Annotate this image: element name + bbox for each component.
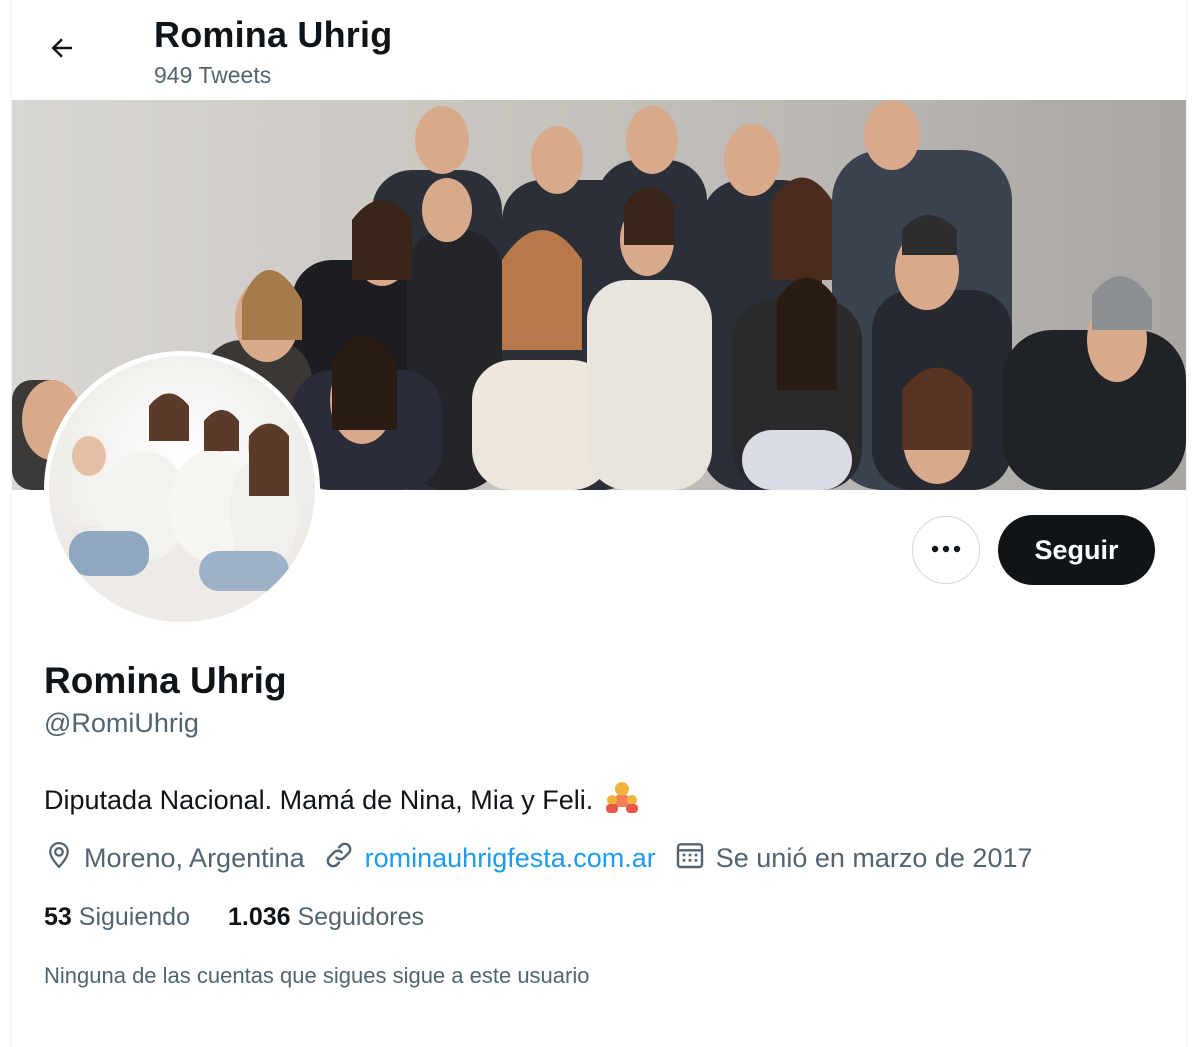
following-count: 53 — [44, 903, 72, 931]
followers-stat[interactable]: 1.036 Seguidores — [228, 903, 424, 932]
display-name: Romina Uhrig — [44, 660, 287, 701]
follow-button[interactable]: Seguir — [998, 515, 1155, 585]
location-item: Moreno, Argentina — [44, 839, 305, 878]
user-bio: Diputada Nacional. Mamá de Nina, Mia y F… — [44, 780, 641, 821]
family-emoji-icon — [603, 780, 641, 821]
arrow-left-icon — [47, 33, 77, 68]
website-link[interactable]: rominauhrigfesta.com.ar — [365, 843, 656, 874]
more-horizontal-icon — [929, 541, 963, 559]
following-stat[interactable]: 53 Siguiendo — [44, 903, 190, 932]
followers-count: 1.036 — [227, 903, 291, 931]
calendar-icon — [674, 839, 716, 878]
tweet-count: 949 Tweets — [154, 62, 272, 88]
bio-text: Diputada Nacional. Mamá de Nina, Mia y F… — [44, 785, 594, 815]
header-title: Romina Uhrig — [154, 14, 393, 55]
follow-stats: 53 Siguiendo 1.036 Seguidores — [44, 903, 462, 932]
joined-item: Se unió en marzo de 2017 — [674, 839, 1033, 878]
link-icon — [323, 839, 365, 878]
avatar-photo — [49, 356, 315, 622]
user-handle: @RomiUhrig — [44, 708, 199, 738]
location-text: Moreno, Argentina — [84, 842, 305, 873]
profile-header: Romina Uhrig 949 Tweets — [0, 0, 1200, 100]
followed-by-note: Ninguna de las cuentas que sigues sigue … — [44, 963, 590, 988]
location-pin-icon — [44, 839, 84, 878]
more-options-button[interactable] — [912, 516, 980, 584]
followers-label: Seguidores — [297, 903, 424, 931]
profile-meta: Moreno, Argentina rominauhrigfesta.com.a… — [44, 838, 1051, 878]
profile-avatar[interactable] — [44, 351, 320, 627]
website-item: rominauhrigfesta.com.ar — [323, 839, 656, 878]
back-button[interactable] — [38, 26, 86, 74]
joined-text: Se unió en marzo de 2017 — [715, 842, 1033, 873]
following-label: Siguiendo — [78, 903, 190, 931]
